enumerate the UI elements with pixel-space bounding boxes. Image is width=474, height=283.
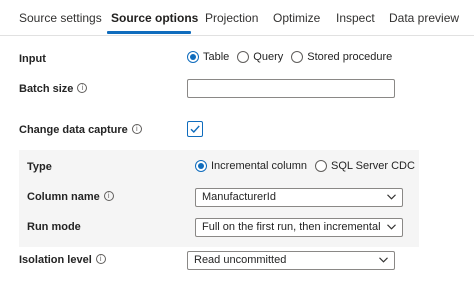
run-mode-value: Full on the first run, then incremental	[202, 221, 381, 233]
info-icon[interactable]: i	[77, 83, 88, 93]
type-label: Type	[27, 161, 52, 173]
input-option-table[interactable]: Table	[187, 51, 229, 63]
input-option-query-label: Query	[253, 51, 284, 63]
column-name-value: ManufacturerId	[202, 191, 276, 203]
tab-bar: Source settings Source options Projectio…	[0, 0, 474, 36]
column-name-label: Column name i	[27, 191, 114, 203]
isolation-level-value: Read uncommitted	[194, 254, 287, 266]
chevron-down-icon	[387, 194, 396, 200]
type-option-sql-server-cdc-label: SQL Server CDC	[331, 160, 415, 172]
input-option-stored-procedure-label: Stored procedure	[307, 51, 393, 63]
type-option-incremental-column[interactable]: Incremental column	[195, 160, 307, 172]
run-mode-label: Run mode	[27, 221, 81, 233]
radio-checked-icon	[187, 51, 199, 63]
run-mode-dropdown[interactable]: Full on the first run, then incremental	[195, 218, 403, 237]
radio-unchecked-icon	[237, 51, 250, 63]
input-option-query[interactable]: Query	[237, 51, 283, 63]
input-radio-group: Table Query Stored procedure	[187, 51, 400, 63]
column-name-dropdown[interactable]: ManufacturerId	[195, 188, 403, 207]
isolation-level-label-text: Isolation level	[19, 254, 92, 266]
change-data-capture-checkbox[interactable]	[187, 121, 203, 137]
type-radio-group: Incremental column SQL Server CDC	[195, 160, 423, 172]
input-label: Input	[19, 53, 46, 65]
type-option-incremental-column-label: Incremental column	[211, 160, 307, 172]
tab-inspect[interactable]: Inspect	[336, 11, 375, 25]
isolation-level-label: Isolation level i	[19, 254, 106, 266]
tab-projection[interactable]: Projection	[205, 11, 258, 25]
type-option-sql-server-cdc[interactable]: SQL Server CDC	[315, 160, 415, 172]
column-name-label-text: Column name	[27, 191, 100, 203]
input-option-stored-procedure[interactable]: Stored procedure	[291, 51, 392, 63]
info-icon[interactable]: i	[95, 254, 106, 264]
change-data-capture-label-text: Change data capture	[19, 124, 128, 136]
isolation-level-dropdown[interactable]: Read uncommitted	[187, 251, 395, 270]
batch-size-label-text: Batch size	[19, 83, 74, 95]
checkmark-icon	[190, 125, 200, 134]
info-icon[interactable]: i	[103, 191, 114, 201]
change-data-capture-label: Change data capture i	[19, 124, 142, 136]
tab-source-options[interactable]: Source options	[111, 11, 198, 25]
input-option-table-label: Table	[203, 51, 230, 63]
radio-unchecked-icon	[315, 160, 327, 172]
batch-size-label: Batch size i	[19, 83, 88, 95]
tab-data-preview[interactable]: Data preview	[389, 11, 459, 25]
batch-size-input[interactable]	[187, 79, 395, 98]
tab-source-settings[interactable]: Source settings	[19, 11, 102, 25]
radio-checked-icon	[195, 160, 207, 172]
chevron-down-icon	[387, 224, 396, 230]
active-tab-indicator	[107, 31, 191, 34]
chevron-down-icon	[379, 257, 388, 263]
info-icon[interactable]: i	[131, 124, 142, 134]
radio-unchecked-icon	[291, 51, 304, 63]
tab-optimize[interactable]: Optimize	[273, 11, 320, 25]
